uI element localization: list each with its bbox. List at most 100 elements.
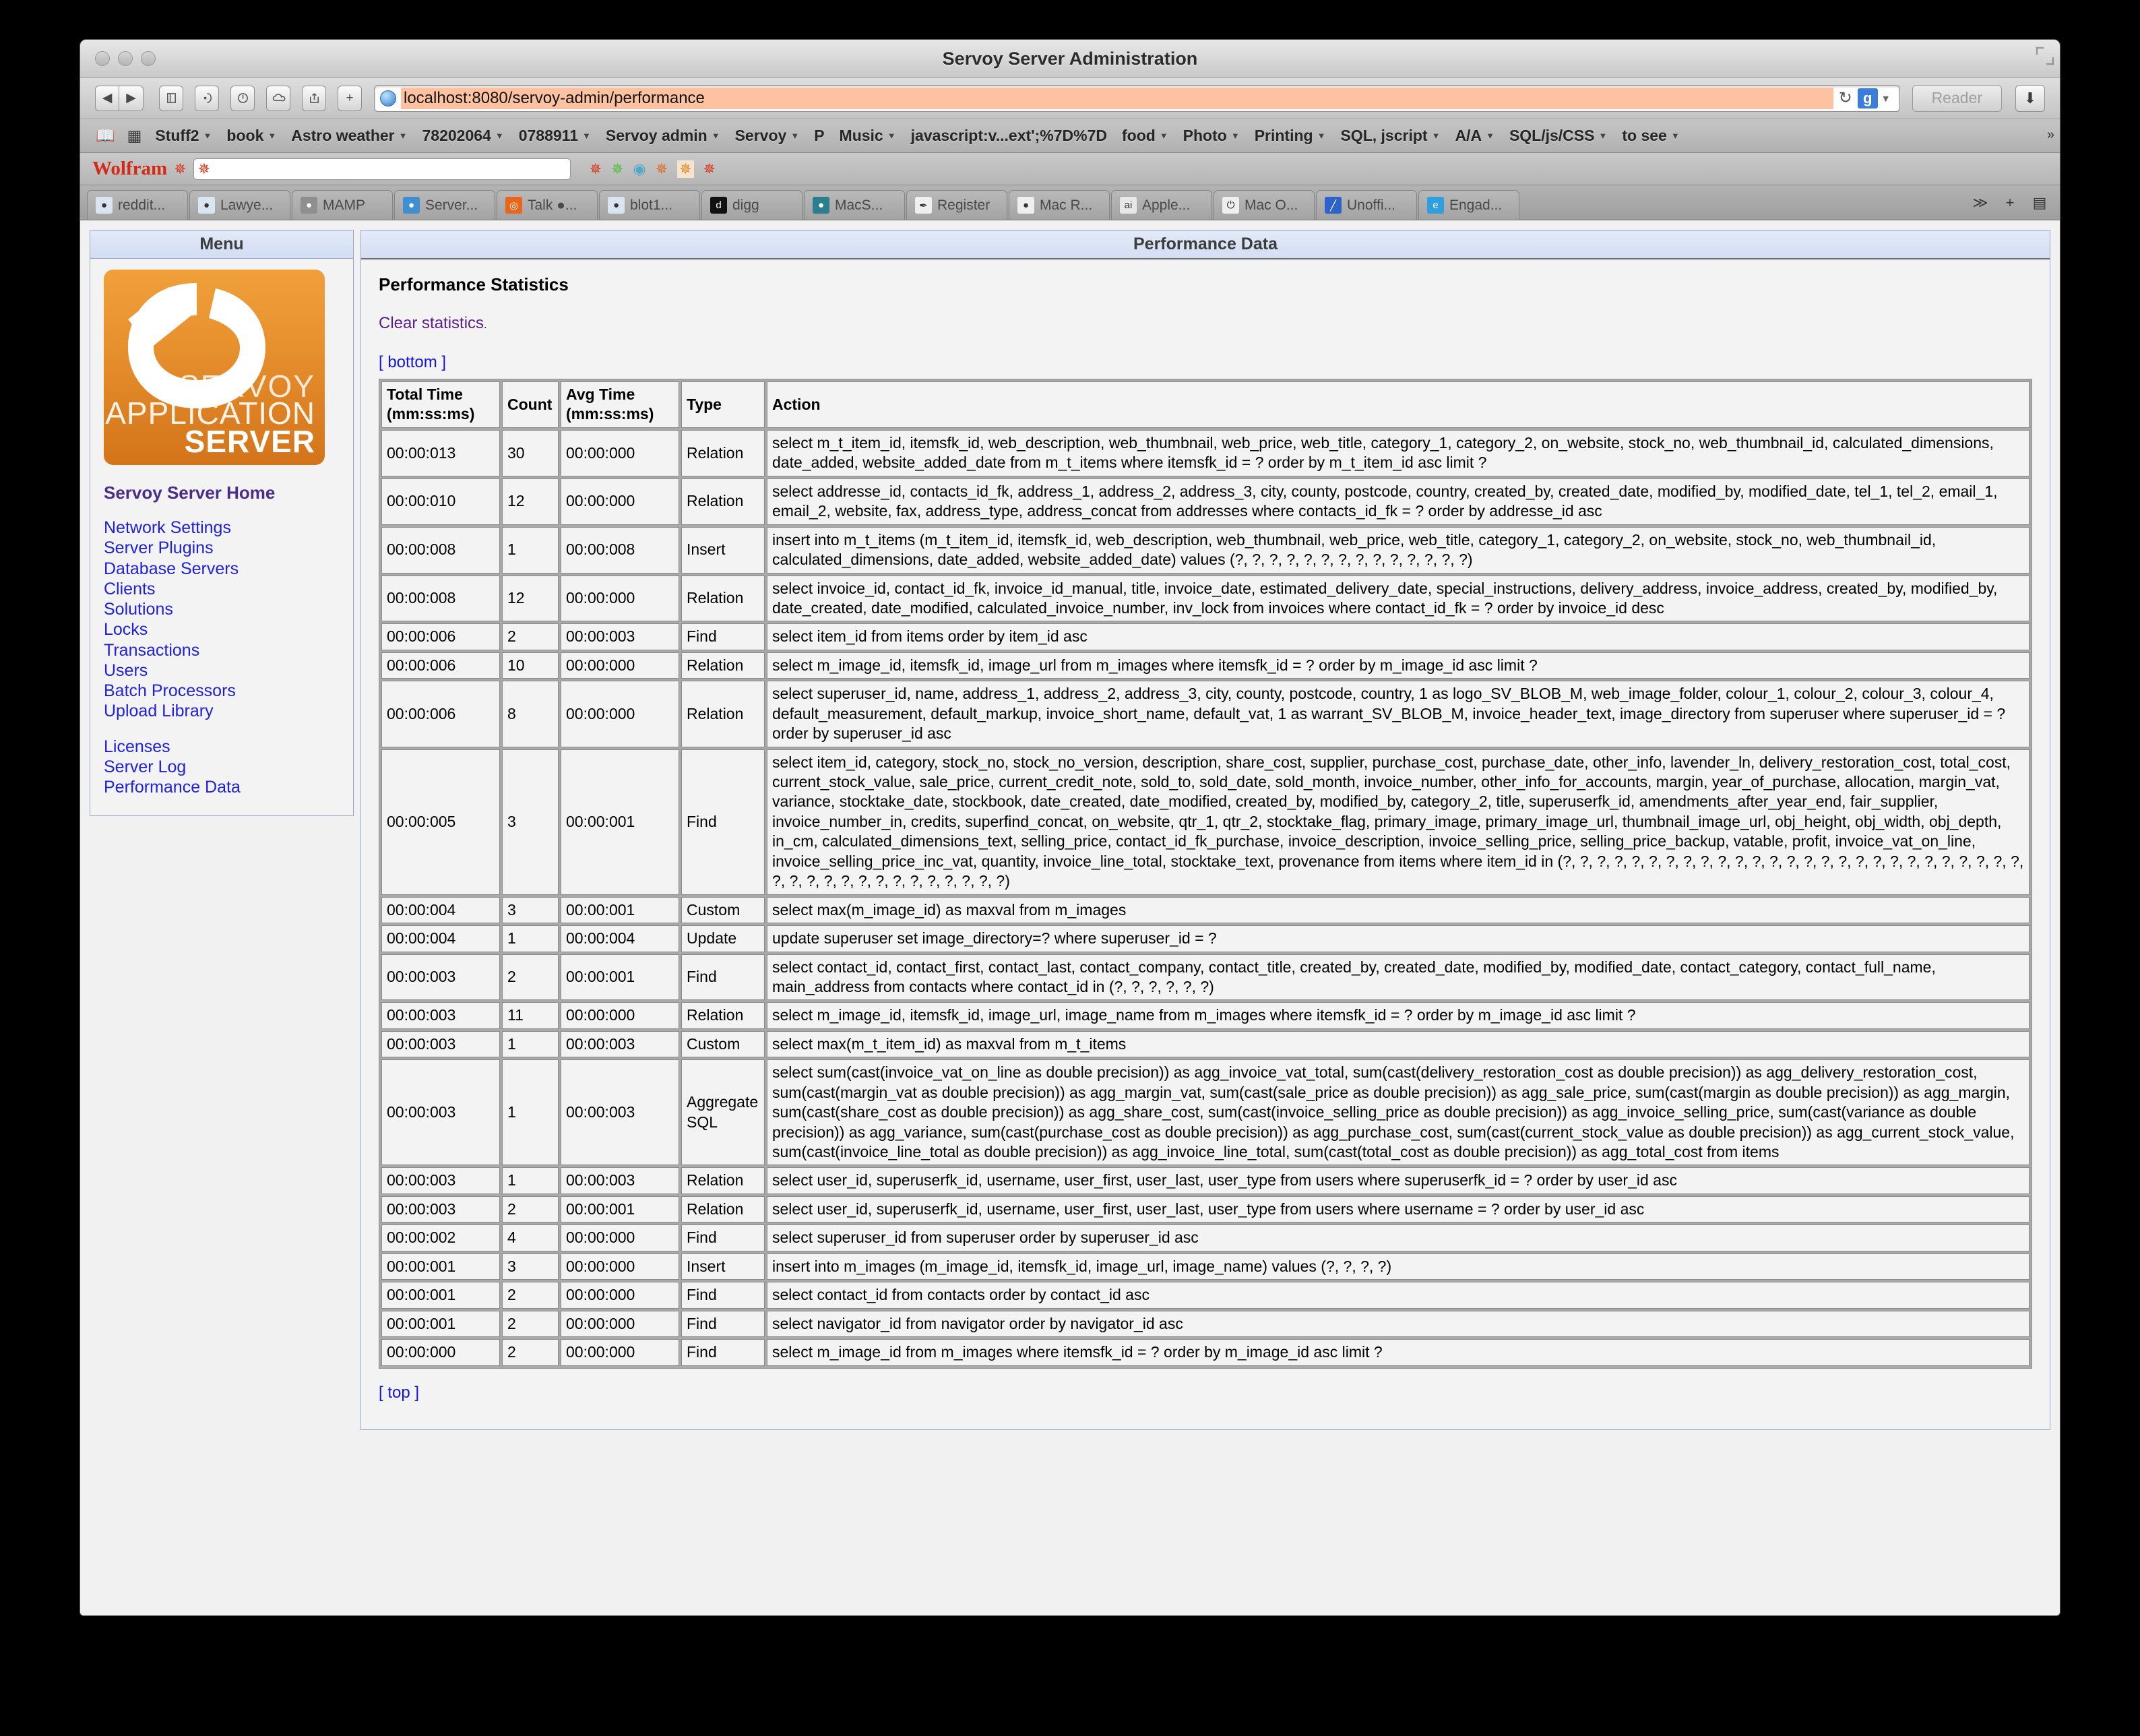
browser-tab[interactable]: ●Server... [394,190,495,220]
browser-tab[interactable]: ✒Register [906,190,1007,220]
cell-type: Relation [681,1002,765,1028]
reload-icon[interactable]: ↻ [1833,88,1858,108]
bookmark-item[interactable]: Servoy▼ [728,127,807,145]
wolfram-red-sun-icon[interactable]: ✵ [590,160,602,178]
stop-reload-icon[interactable] [230,86,255,111]
browser-tab[interactable]: eEngad... [1418,190,1519,220]
browser-tab[interactable]: ●reddit... [87,190,188,220]
browser-tab[interactable]: ●MAMP [292,190,393,220]
bookmark-item[interactable]: javascript:v...ext';%7D%7D [904,127,1114,145]
reading-list-icon[interactable] [195,86,219,111]
wolfram-green-sun-icon[interactable]: ✵ [611,160,623,178]
minimize-window-button[interactable] [118,51,133,66]
wolfram-orange-sun-icon[interactable]: ✵ [656,160,668,178]
close-window-button[interactable] [95,51,110,66]
browser-tab[interactable]: ╱Unoffi... [1316,190,1417,220]
bookmark-item[interactable]: P [807,127,831,145]
top-anchor-link[interactable]: [ top ] [379,1384,419,1402]
chevron-down-icon[interactable]: ▼ [712,131,720,141]
new-tab-button[interactable]: + [338,86,362,111]
sidebar-item-server-log[interactable]: Server Log [104,757,340,776]
wolfram-person-icon[interactable]: ✵ [677,160,693,178]
chevron-down-icon[interactable]: ▼ [203,131,212,141]
browser-tab[interactable]: ddigg [701,190,802,220]
chevron-down-icon[interactable]: ▼ [790,131,799,141]
bottom-anchor-link[interactable]: [ bottom ] [379,353,446,371]
chevron-down-icon[interactable]: ▼ [1231,131,1240,141]
window-traffic-lights[interactable] [95,51,156,66]
bookmark-item[interactable]: A/A▼ [1447,127,1502,145]
chevron-down-icon[interactable]: ▼ [1486,131,1494,141]
bookmark-item[interactable]: 0788911▼ [511,127,598,145]
cell-count: 2 [502,1282,559,1308]
chevron-down-icon[interactable]: ▼ [495,131,504,141]
bookmarks-book-icon[interactable]: 📖 [90,127,121,145]
sidebar-item-transactions[interactable]: Transactions [104,641,340,660]
reader-button[interactable]: Reader [1912,85,2002,112]
sidebar-item-clients[interactable]: Clients [104,580,340,598]
wolfram-home-sun-icon[interactable]: ✵ [703,160,716,178]
sidebar-item-performance-data[interactable]: Performance Data [104,778,340,797]
browser-tab[interactable]: ●Mac R... [1009,190,1110,220]
sidebar-item-database-servers[interactable]: Database Servers [104,559,340,578]
top-sites-grid-icon[interactable]: ▦ [121,127,148,145]
bookmark-item[interactable]: Stuff2▼ [148,127,219,145]
zoom-window-button[interactable] [141,51,156,66]
bookmark-item[interactable]: Astro weather▼ [284,127,414,145]
chevron-down-icon[interactable]: ▼ [1317,131,1326,141]
google-search-icon[interactable]: g [1858,88,1878,108]
chevron-down-icon[interactable]: ▼ [582,131,591,141]
sidebar-item-server-plugins[interactable]: Server Plugins [104,538,340,557]
bookmark-item[interactable]: Servoy admin▼ [598,127,728,145]
chevron-down-icon[interactable]: ▼ [1160,131,1168,141]
clear-statistics-link[interactable]: Clear statistics [379,314,484,332]
bookmark-item[interactable]: SQL/js/CSS▼ [1502,127,1614,145]
bookmark-item[interactable]: book▼ [219,127,284,145]
chevron-down-icon[interactable]: ▼ [1671,131,1680,141]
share-icon[interactable] [302,86,326,111]
sidebar-item-upload-library[interactable]: Upload Library [104,702,340,720]
bookmark-item[interactable]: food▼ [1114,127,1176,145]
cell-action: select superuser_id from superuser order… [767,1224,2029,1251]
chevron-down-icon[interactable]: ▼ [1878,93,1894,104]
chevron-down-icon[interactable]: ▼ [399,131,408,141]
sidebar-item-users[interactable]: Users [104,661,340,680]
sidebar-item-batch-processors[interactable]: Batch Processors [104,681,340,700]
browser-tab[interactable]: ⏻Mac O... [1214,190,1315,220]
chevron-down-icon[interactable]: ▼ [1598,131,1607,141]
sidebar-toggle-icon[interactable] [159,86,183,111]
bookmarks-overflow-icon[interactable]: » [2047,127,2054,143]
fullscreen-icon[interactable] [2036,46,2054,65]
wolfram-search-input[interactable]: ✵ [193,158,571,180]
forward-button[interactable]: ▶ [119,86,144,111]
bookmark-item[interactable]: SQL, jscript▼ [1333,127,1447,145]
bookmark-item[interactable]: Printing▼ [1247,127,1333,145]
browser-tab[interactable]: ●Lawye... [189,190,290,220]
tab-overview-icon[interactable]: ▤ [2026,190,2053,216]
address-bar[interactable]: localhost:8080/servoy-admin/performance … [374,85,1900,112]
bookmark-item[interactable]: 78202064▼ [415,127,511,145]
bookmark-label: Photo [1183,127,1227,145]
chevron-down-icon[interactable]: ▼ [268,131,276,141]
icloud-tabs-icon[interactable] [266,86,290,111]
chevron-down-icon[interactable]: ▼ [887,131,896,141]
browser-tab[interactable]: aiApple... [1111,190,1212,220]
downloads-icon[interactable]: ⬇ [2015,85,2045,112]
tab-overflow-icon[interactable]: ≫ [1967,190,1994,216]
sidebar-item-solutions[interactable]: Solutions [104,600,340,619]
url-text[interactable]: localhost:8080/servoy-admin/performance [401,88,1833,109]
wolfram-blue-globe-icon[interactable]: ◉ [633,160,646,178]
browser-tab[interactable]: ●MacS... [804,190,905,220]
bookmark-item[interactable]: Photo ▼ [1176,127,1247,145]
browser-tab[interactable]: ◎Talk ●... [497,190,598,220]
sidebar-item-licenses[interactable]: Licenses [104,737,340,756]
add-tab-button[interactable]: + [1996,190,2023,216]
sidebar-home-title[interactable]: Servoy Server Home [104,483,340,503]
bookmark-item[interactable]: to see▼ [1614,127,1687,145]
sidebar-item-locks[interactable]: Locks [104,620,340,639]
bookmark-item[interactable]: Music▼ [832,127,904,145]
sidebar-item-network-settings[interactable]: Network Settings [104,518,340,537]
back-button[interactable]: ◀ [95,86,119,111]
browser-tab[interactable]: ●blot1... [599,190,700,220]
chevron-down-icon[interactable]: ▼ [1432,131,1441,141]
